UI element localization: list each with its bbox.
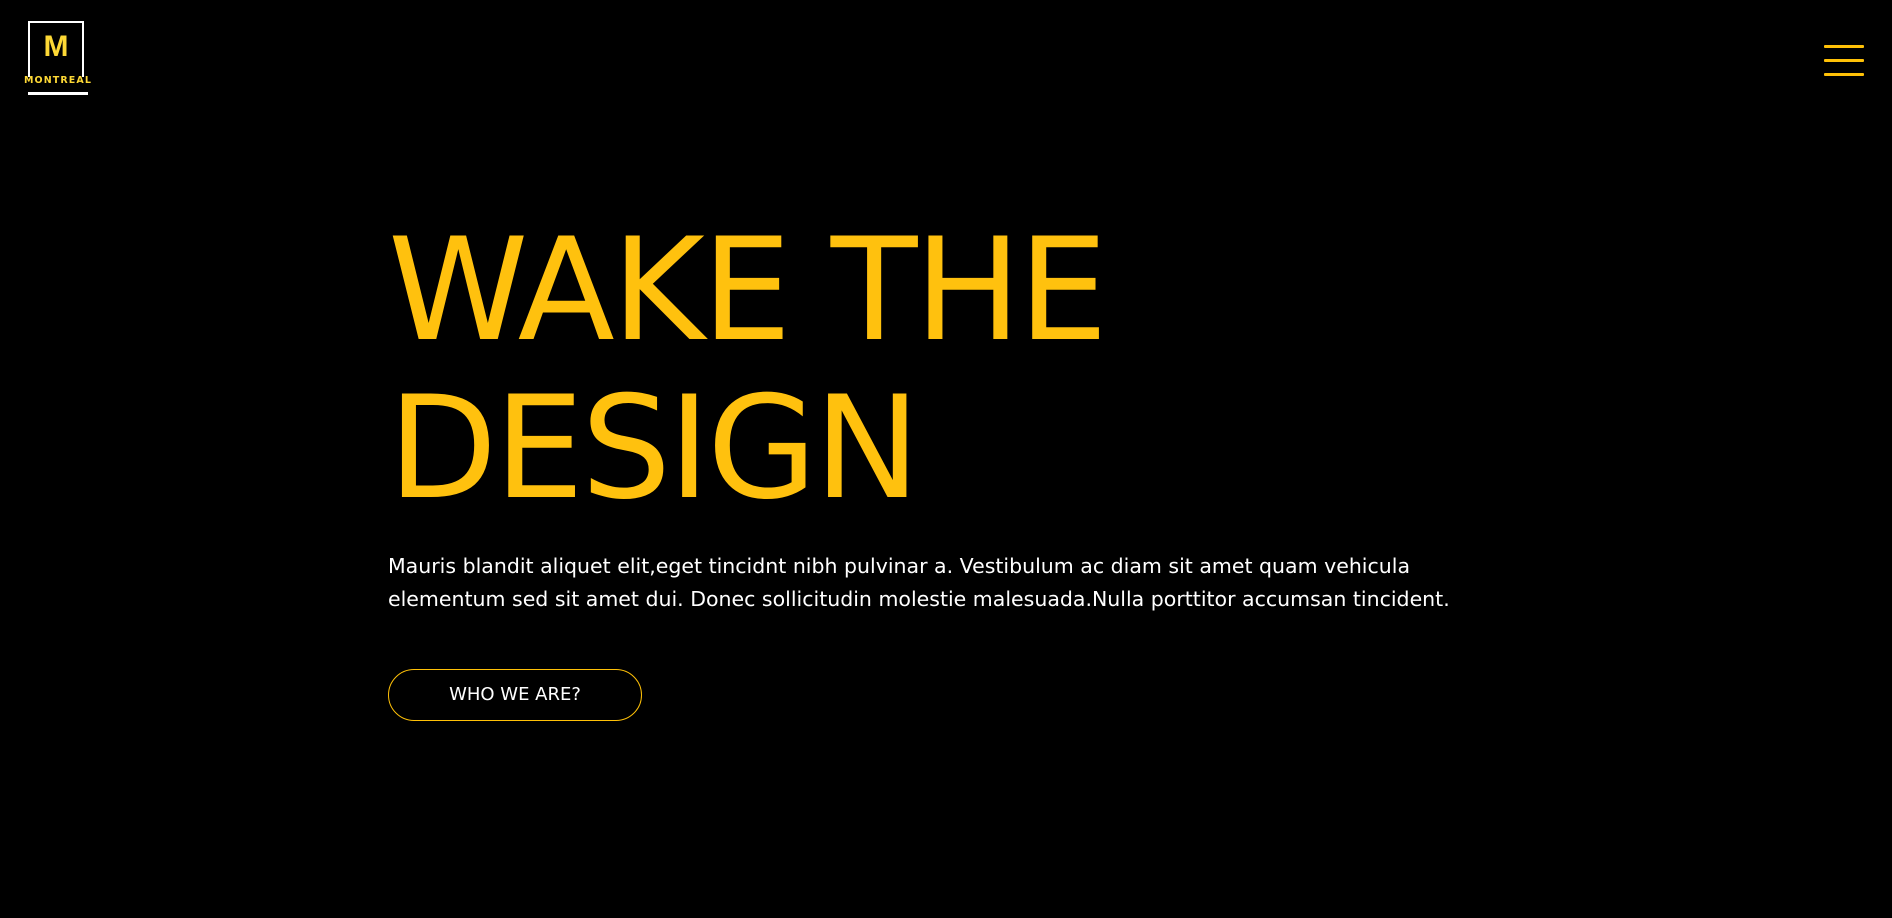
menu-bar-bottom [1824, 73, 1864, 76]
menu-bar-top [1824, 45, 1864, 48]
who-we-are-button[interactable]: WHO WE ARE? [388, 669, 642, 721]
hamburger-menu-icon[interactable] [1824, 45, 1864, 79]
hero-section: WAKE THE DESIGN Mauris blandit aliquet el… [388, 212, 1528, 616]
hero-title-line-2: DESIGN [388, 366, 920, 531]
logo[interactable]: M MONTREAL [20, 21, 96, 97]
logo-wordmark: MONTREAL [24, 75, 92, 86]
hero-title: WAKE THE DESIGN [388, 212, 1288, 528]
logo-letter: M [43, 30, 69, 63]
hero-description: Mauris blandit aliquet elit,eget tincidn… [388, 554, 1450, 611]
hero-title-line-1: WAKE THE [388, 208, 1108, 373]
logo-underline [28, 92, 88, 95]
menu-bar-middle [1824, 59, 1864, 62]
